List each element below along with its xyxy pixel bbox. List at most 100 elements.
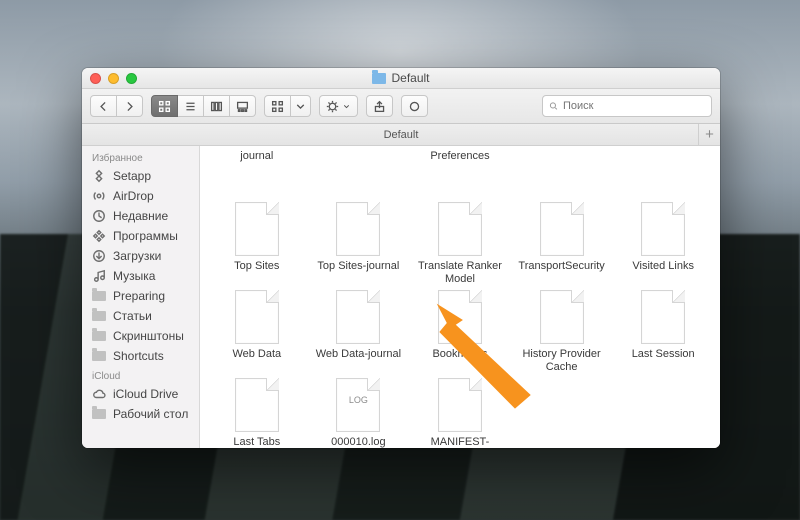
document-icon bbox=[438, 202, 482, 256]
search-icon bbox=[549, 100, 558, 112]
sidebar-item-downloads[interactable]: Загрузки bbox=[82, 246, 199, 266]
file-item[interactable]: Web Data-journal bbox=[308, 288, 410, 376]
file-item[interactable]: Web Data bbox=[206, 288, 308, 376]
music-icon bbox=[92, 269, 106, 283]
search-field[interactable] bbox=[542, 95, 712, 117]
sidebar-item-label: Setapp bbox=[113, 169, 151, 183]
sidebar: Избранное Setapp AirDrop Недавние Програ… bbox=[82, 146, 200, 448]
sidebar-item-label: Shortcuts bbox=[113, 349, 164, 363]
sidebar-item-label: Preparing bbox=[113, 289, 165, 303]
document-icon bbox=[540, 290, 584, 344]
sidebar-item-label: Скринштоны bbox=[113, 329, 184, 343]
window-controls bbox=[90, 73, 137, 84]
sidebar-item-shortcuts[interactable]: Shortcuts bbox=[82, 346, 199, 366]
document-icon: LOG bbox=[336, 378, 380, 432]
file-item[interactable]: Bookmarks bbox=[409, 288, 511, 376]
view-icons-button[interactable] bbox=[151, 95, 178, 117]
zoom-button[interactable] bbox=[126, 73, 137, 84]
sidebar-item-label: Статьи bbox=[113, 309, 152, 323]
chevron-right-icon bbox=[123, 100, 136, 113]
file-label: Bookmarks bbox=[432, 348, 487, 361]
file-item[interactable]: Last Tabs bbox=[206, 376, 308, 448]
document-icon bbox=[438, 378, 482, 432]
file-item[interactable]: MANIFEST-000009 bbox=[409, 376, 511, 448]
file-item[interactable]: Visited Links bbox=[612, 200, 714, 288]
gallery-icon bbox=[236, 100, 249, 113]
file-item bbox=[308, 150, 410, 184]
sidebar-section-favorites: Избранное bbox=[82, 148, 199, 166]
document-icon bbox=[235, 202, 279, 256]
document-icon bbox=[235, 378, 279, 432]
share-button[interactable] bbox=[366, 95, 393, 117]
apps-icon bbox=[92, 229, 106, 243]
view-switcher bbox=[151, 95, 256, 117]
file-item[interactable]: Preferences bbox=[409, 150, 511, 184]
sidebar-item-recents[interactable]: Недавние bbox=[82, 206, 199, 226]
file-item[interactable]: TransportSecurity bbox=[511, 200, 613, 288]
file-item[interactable]: Last Session bbox=[612, 288, 714, 376]
file-label: journal bbox=[240, 150, 273, 163]
file-item[interactable]: journal bbox=[206, 150, 308, 184]
file-grid: journal Preferences Top Sites Top Sites-jo… bbox=[200, 146, 720, 448]
file-label: Preferences bbox=[430, 150, 489, 163]
share-icon bbox=[373, 100, 386, 113]
file-label: MANIFEST-000009 bbox=[414, 436, 506, 448]
file-item[interactable]: Top Sites-journal bbox=[308, 200, 410, 288]
sidebar-item-music[interactable]: Музыка bbox=[82, 266, 199, 286]
sidebar-item-articles[interactable]: Статьи bbox=[82, 306, 199, 326]
file-item[interactable]: LOG000010.log bbox=[308, 376, 410, 448]
file-label: Last Tabs bbox=[233, 436, 280, 448]
folder-icon bbox=[92, 351, 106, 361]
chevron-down-icon bbox=[294, 100, 307, 113]
tag-icon bbox=[408, 100, 421, 113]
sidebar-item-desktop[interactable]: Рабочий стол bbox=[82, 404, 199, 424]
new-tab-button[interactable]: + bbox=[698, 124, 720, 145]
arrange-menu-button[interactable] bbox=[291, 95, 311, 117]
folder-icon bbox=[92, 311, 106, 321]
view-gallery-button[interactable] bbox=[230, 95, 256, 117]
document-icon bbox=[336, 202, 380, 256]
window-title-text: Default bbox=[391, 71, 429, 85]
close-button[interactable] bbox=[90, 73, 101, 84]
folder-icon bbox=[92, 331, 106, 341]
sidebar-item-label: Музыка bbox=[113, 269, 155, 283]
tags-button[interactable] bbox=[401, 95, 428, 117]
search-input[interactable] bbox=[563, 100, 705, 112]
sidebar-item-airdrop[interactable]: AirDrop bbox=[82, 186, 199, 206]
file-label: Last Session bbox=[632, 348, 695, 361]
tab-label[interactable]: Default bbox=[384, 129, 419, 141]
sidebar-item-screenshots[interactable]: Скринштоны bbox=[82, 326, 199, 346]
view-columns-button[interactable] bbox=[204, 95, 230, 117]
file-label: Web Data bbox=[232, 348, 281, 361]
file-item[interactable]: History Provider Cache bbox=[511, 288, 613, 376]
sidebar-item-setapp[interactable]: Setapp bbox=[82, 166, 199, 186]
chevron-down-icon bbox=[342, 100, 351, 113]
sidebar-item-label: Недавние bbox=[113, 209, 168, 223]
file-item[interactable]: Translate Ranker Model bbox=[409, 200, 511, 288]
gear-icon bbox=[326, 100, 339, 113]
sidebar-item-applications[interactable]: Программы bbox=[82, 226, 199, 246]
file-label: Web Data-journal bbox=[316, 348, 401, 361]
sidebar-item-label: AirDrop bbox=[113, 189, 154, 203]
arrange-group bbox=[264, 95, 311, 117]
arrange-button[interactable] bbox=[264, 95, 291, 117]
folder-icon bbox=[92, 409, 106, 419]
folder-icon bbox=[92, 291, 106, 301]
file-label: Top Sites bbox=[234, 260, 279, 273]
file-label: Visited Links bbox=[632, 260, 694, 273]
action-menu-button[interactable] bbox=[319, 95, 358, 117]
nav-buttons bbox=[90, 95, 143, 117]
window-title: Default bbox=[82, 71, 720, 85]
view-list-button[interactable] bbox=[178, 95, 204, 117]
cloud-icon bbox=[92, 387, 106, 401]
file-item bbox=[612, 150, 714, 184]
minimize-button[interactable] bbox=[108, 73, 119, 84]
sidebar-item-preparing[interactable]: Preparing bbox=[82, 286, 199, 306]
file-item[interactable]: Top Sites bbox=[206, 200, 308, 288]
file-badge: LOG bbox=[337, 395, 379, 405]
chevron-left-icon bbox=[97, 100, 110, 113]
sidebar-item-label: Программы bbox=[113, 229, 178, 243]
forward-button[interactable] bbox=[117, 95, 143, 117]
sidebar-item-icloud-drive[interactable]: iCloud Drive bbox=[82, 384, 199, 404]
back-button[interactable] bbox=[90, 95, 117, 117]
